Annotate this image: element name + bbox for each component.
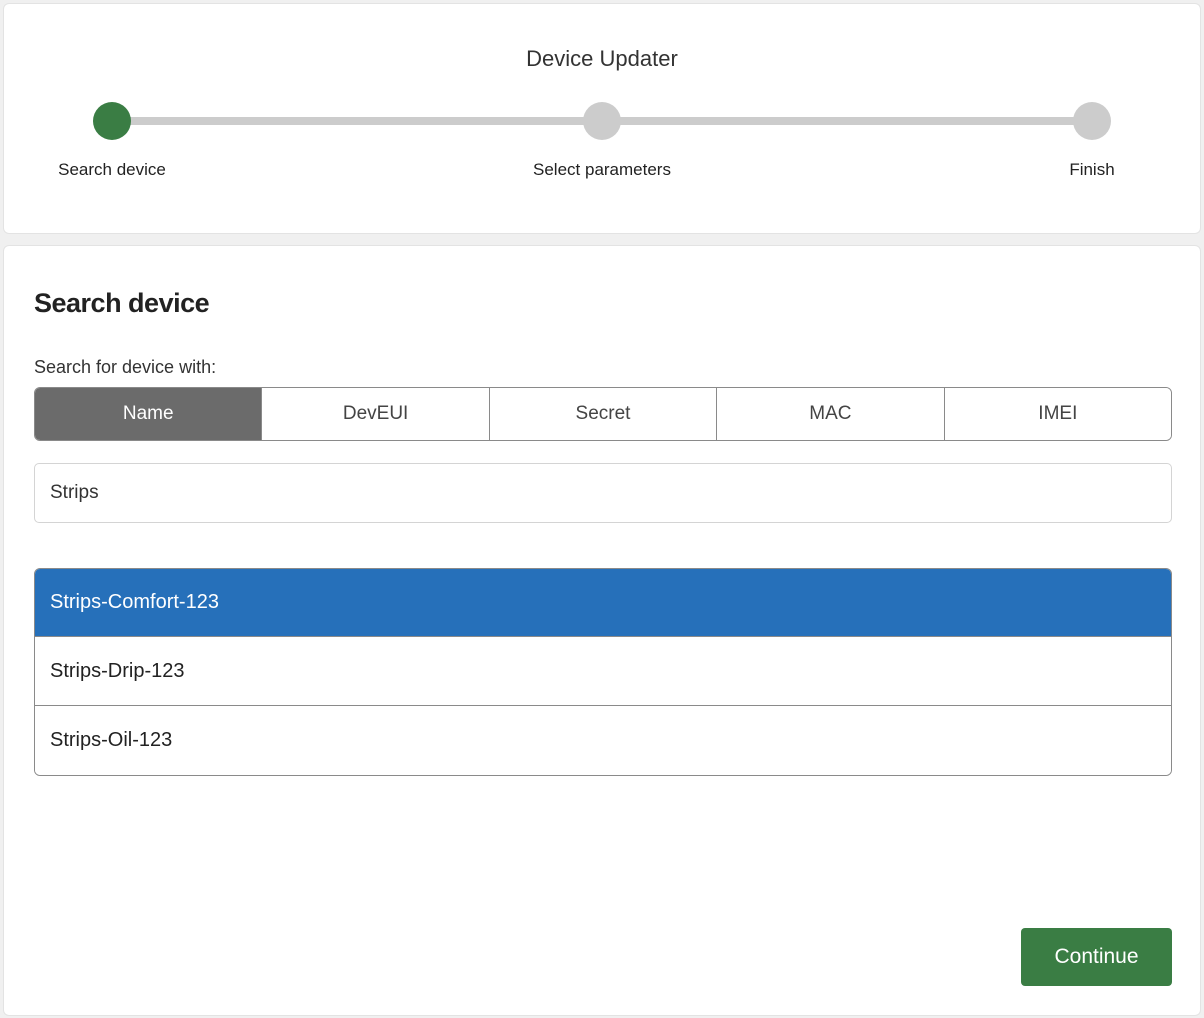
search-device-card: Search device Search for device with: Na… [3,245,1201,1016]
search-mode-imei-button[interactable]: IMEI [944,388,1171,440]
step-label-search-device: Search device [58,160,166,179]
search-mode-name-button[interactable]: Name [35,388,263,440]
step-label-finish: Finish [1069,160,1115,179]
result-item-strips-comfort-123[interactable]: Strips-Comfort-123 [35,569,1171,637]
search-input[interactable] [34,463,1172,523]
search-mode-mac-button[interactable]: MAC [717,388,945,440]
search-mode-label: Search for device with: [34,357,217,377]
search-mode-selector: Name DevEUI Secret MAC IMEI [34,387,1172,441]
app-title: Device Updater [526,46,678,71]
search-results-list: Strips-Comfort-123 Strips-Drip-123 Strip… [34,568,1172,776]
stepper-card: Device Updater Search device Select para… [3,3,1201,234]
search-mode-deveui-button[interactable]: DevEUI [262,388,490,440]
section-title: Search device [34,288,210,318]
step-dot-finish [1073,102,1111,140]
result-item-strips-drip-123[interactable]: Strips-Drip-123 [35,637,1171,706]
search-mode-secret-button[interactable]: Secret [489,388,718,440]
result-item-strips-oil-123[interactable]: Strips-Oil-123 [35,706,1171,775]
step-dot-select-parameters [583,102,621,140]
step-dot-search-device [93,102,131,140]
step-label-select-parameters: Select parameters [533,160,671,179]
continue-button[interactable]: Continue [1021,928,1172,986]
